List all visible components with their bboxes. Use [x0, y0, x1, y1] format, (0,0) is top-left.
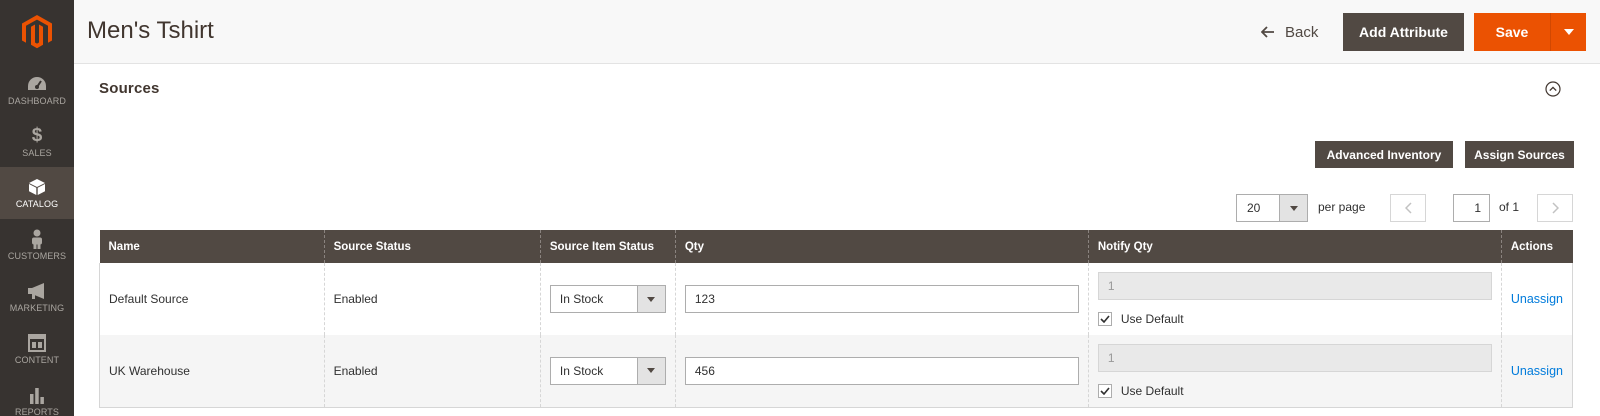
unassign-link[interactable]: Unassign: [1511, 364, 1563, 378]
collapse-section-icon[interactable]: [1545, 81, 1561, 97]
arrow-left-icon: [1261, 26, 1274, 38]
actions-cell: Unassign: [1500, 335, 1574, 408]
save-button[interactable]: Save: [1474, 13, 1551, 51]
content-layout-icon: [26, 333, 48, 353]
section-title: Sources: [99, 80, 160, 97]
caret-down-icon: [1289, 205, 1298, 211]
back-button-label: Back: [1285, 23, 1319, 41]
column-header-qty: Qty: [674, 230, 1089, 263]
nav-reports[interactable]: REPORTS: [0, 375, 74, 416]
add-attribute-button[interactable]: Add Attribute: [1343, 13, 1464, 51]
source-status-cell: Enabled: [323, 263, 541, 335]
page-title: Men's Tshirt: [87, 17, 214, 44]
item-status-cell: In Stock: [539, 335, 676, 408]
magento-logo-icon: [22, 15, 52, 49]
assign-sources-button[interactable]: Assign Sources: [1465, 141, 1574, 168]
caret-down-icon: [1563, 29, 1574, 35]
item-status-value: In Stock: [559, 363, 604, 378]
checkmark-icon: [1100, 315, 1110, 323]
notify-qty-cell: 1 Use Default: [1087, 335, 1502, 408]
nav-marketing-label: MARKETING: [9, 303, 65, 313]
per-page-select[interactable]: 20: [1236, 194, 1308, 222]
nav-dashboard[interactable]: DASHBOARD: [0, 64, 74, 116]
item-status-select[interactable]: In Stock: [549, 285, 666, 313]
use-default-option[interactable]: Use Default: [1097, 312, 1492, 326]
bar-chart-icon: [26, 385, 48, 405]
column-header-source-item-status: Source Item Status: [539, 230, 676, 263]
back-button[interactable]: Back: [1261, 20, 1318, 44]
nav-reports-label: REPORTS: [14, 407, 60, 416]
save-options-toggle[interactable]: [1551, 13, 1586, 51]
caret-down-icon: [647, 296, 656, 302]
next-page-button[interactable]: [1537, 194, 1573, 222]
qty-cell: 123: [674, 263, 1089, 335]
admin-sidebar: DASHBOARD $ SALES CATALOG CUSTOMERS MARK…: [0, 0, 74, 416]
nav-catalog-label: CATALOG: [15, 199, 59, 209]
use-default-label: Use Default: [1120, 312, 1184, 326]
item-status-cell: In Stock: [539, 263, 676, 335]
table-row: Default Source Enabled In Stock 123 1 Us…: [99, 263, 1574, 335]
per-page-dropdown[interactable]: [1279, 195, 1307, 221]
checkmark-icon: [1100, 387, 1110, 395]
nav-content[interactable]: CONTENT: [0, 323, 74, 375]
total-pages-label: of 1: [1499, 200, 1520, 214]
caret-down-icon: [647, 368, 656, 374]
source-name-cell: Default Source: [99, 263, 325, 335]
nav-marketing[interactable]: MARKETING: [0, 271, 74, 323]
column-header-actions: Actions: [1500, 230, 1573, 263]
sources-grid: Name Source Status Source Item Status Qt…: [99, 230, 1574, 408]
per-page-value: 20: [1247, 201, 1261, 215]
notify-qty-input[interactable]: 1: [1097, 343, 1492, 372]
notify-qty-cell: 1 Use Default: [1087, 263, 1502, 335]
previous-page-button[interactable]: [1390, 194, 1426, 222]
megaphone-icon: [26, 281, 48, 301]
qty-input[interactable]: 456: [684, 356, 1079, 385]
chevron-left-icon: [1404, 202, 1412, 214]
qty-input[interactable]: 123: [684, 285, 1079, 313]
nav-sales[interactable]: $ SALES: [0, 116, 74, 168]
grid-header-row: Name Source Status Source Item Status Qt…: [99, 230, 1573, 263]
actions-cell: Unassign: [1500, 263, 1574, 335]
dollar-icon: $: [31, 125, 43, 146]
source-name-cell: UK Warehouse: [99, 335, 325, 408]
person-icon: [26, 229, 48, 249]
item-status-dropdown[interactable]: [636, 357, 665, 384]
use-default-checkbox[interactable]: [1097, 312, 1112, 326]
notify-qty-input[interactable]: 1: [1097, 272, 1492, 300]
unassign-link[interactable]: Unassign: [1511, 292, 1563, 306]
nav-sales-label: SALES: [22, 148, 52, 158]
column-header-name: Name: [99, 230, 325, 263]
table-row: UK Warehouse Enabled In Stock 456 1 Use …: [99, 335, 1574, 408]
magento-logo[interactable]: [0, 0, 74, 64]
column-header-notify-qty: Notify Qty: [1087, 230, 1502, 263]
dashboard-icon: [26, 74, 48, 94]
nav-customers-label: CUSTOMERS: [7, 251, 67, 261]
nav-customers[interactable]: CUSTOMERS: [0, 219, 74, 271]
advanced-inventory-button[interactable]: Advanced Inventory: [1315, 141, 1453, 168]
use-default-label: Use Default: [1120, 383, 1184, 398]
save-split-button: Save: [1474, 13, 1586, 51]
per-page-label: per page: [1318, 200, 1366, 214]
source-status-cell: Enabled: [323, 335, 541, 408]
item-status-dropdown[interactable]: [636, 286, 665, 312]
nav-catalog[interactable]: CATALOG: [0, 167, 74, 219]
item-status-value: In Stock: [559, 292, 604, 306]
nav-content-label: CONTENT: [14, 355, 60, 365]
item-status-select[interactable]: In Stock: [549, 356, 666, 385]
use-default-checkbox[interactable]: [1097, 383, 1112, 398]
nav-dashboard-label: DASHBOARD: [8, 96, 66, 106]
catalog-box-icon: [26, 177, 48, 197]
use-default-option[interactable]: Use Default: [1097, 383, 1492, 398]
qty-cell: 456: [674, 335, 1089, 408]
chevron-right-icon: [1551, 202, 1559, 214]
column-header-source-status: Source Status: [323, 230, 541, 263]
current-page-input[interactable]: 1: [1453, 194, 1490, 222]
